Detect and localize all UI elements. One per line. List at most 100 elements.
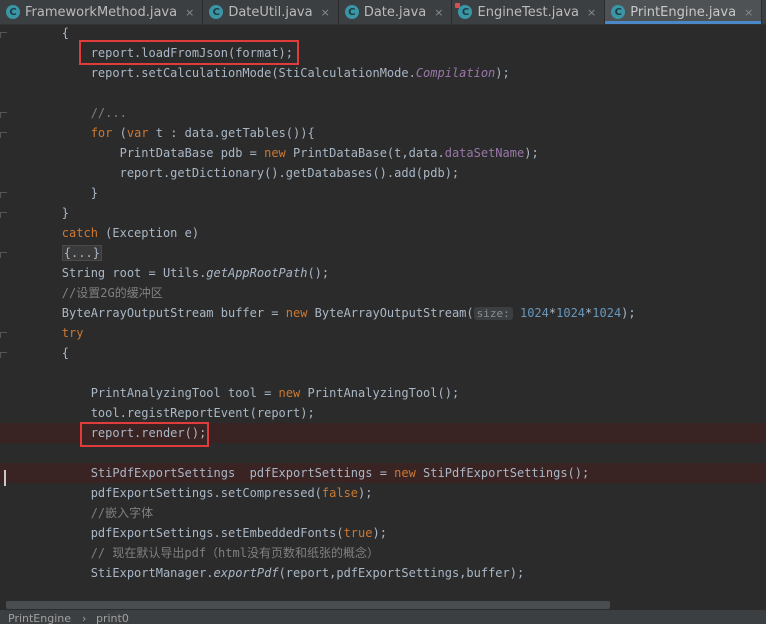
class-icon: C <box>344 5 359 19</box>
code-editor[interactable]: { report.loadFromJson(format); report.se… <box>0 25 766 600</box>
test-class-icon: C <box>455 3 473 19</box>
code-text: PrintDataBase pdb = <box>119 146 265 160</box>
code-line[interactable]: String root = Utils.getAppRootPath(); <box>0 263 766 283</box>
close-icon[interactable]: × <box>587 6 596 19</box>
code-text: report.getDictionary().getDatabases().ad… <box>119 166 460 180</box>
code-line[interactable]: StiExportManager.exportPdf(report,pdfExp… <box>0 563 766 583</box>
class-icon: C <box>209 5 224 19</box>
code-number: 1024 <box>519 306 549 320</box>
code-text: StiExportManager. <box>90 566 214 580</box>
code-keyword: try <box>61 326 84 340</box>
code-comment: //设置2G的缓冲区 <box>61 286 163 300</box>
editor-tab-bar: C FrameworkMethod.java × C DateUtil.java × C Da… <box>0 0 766 25</box>
breadcrumb-method[interactable]: print0 <box>96 612 129 624</box>
code-comment: //... <box>90 106 127 120</box>
code-number: 1024 <box>556 306 586 320</box>
code-text: ); <box>621 306 636 320</box>
code-text: pdfExportSettings.setEmbeddedFonts( <box>90 526 344 540</box>
tab-printengine-java[interactable]: C PrintEngine.java × <box>605 0 763 24</box>
close-icon[interactable]: × <box>321 6 330 19</box>
code-keyword: false <box>321 486 359 500</box>
code-text: report.setCalculationMode(StiCalculation… <box>90 66 416 80</box>
code-text: { <box>61 26 70 40</box>
code-line[interactable]: //嵌入字体 <box>0 503 766 523</box>
code-line[interactable]: tool.registReportEvent(report); <box>0 403 766 423</box>
code-text: ); <box>524 146 539 160</box>
code-line[interactable]: catch (Exception e) <box>0 223 766 243</box>
code-line[interactable]: report.getDictionary().getDatabases().ad… <box>0 163 766 183</box>
code-line[interactable]: report.setCalculationMode(StiCalculation… <box>0 63 766 83</box>
tab-frameworkmethod-java[interactable]: C FrameworkMethod.java × <box>0 0 204 24</box>
code-keyword: true <box>343 526 373 540</box>
code-text: PrintAnalyzingTool(); <box>300 386 460 400</box>
code-text: (report,pdfExportSettings,buffer); <box>278 566 525 580</box>
close-icon[interactable]: × <box>744 6 753 19</box>
code-keyword: catch <box>61 226 98 240</box>
code-line[interactable]: } <box>0 183 766 203</box>
code-line[interactable]: ByteArrayOutputStream buffer = new ByteA… <box>0 303 766 323</box>
code-text: t : data.getTables()){ <box>148 126 315 140</box>
close-icon[interactable]: × <box>434 6 443 19</box>
tab-enginetest-java[interactable]: C EngineTest.java × <box>452 0 606 24</box>
code-text: ByteArrayOutputStream buffer = <box>61 306 286 320</box>
code-text: (); <box>307 266 330 280</box>
code-line-breakpoint[interactable]: StiPdfExportSettings pdfExportSettings =… <box>0 463 766 483</box>
highlight-box-render <box>80 422 209 447</box>
code-field: dataSetName <box>444 146 525 160</box>
breadcrumb-separator: › <box>82 612 87 624</box>
code-comment: //嵌入字体 <box>90 506 154 520</box>
code-text: ( <box>112 126 127 140</box>
tab-label: EngineTest.java <box>477 4 580 20</box>
code-line[interactable]: PrintDataBase pdb = new PrintDataBase(t,… <box>0 143 766 163</box>
code-text: pdfExportSettings.setCompressed( <box>90 486 322 500</box>
code-keyword: new <box>278 386 301 400</box>
code-text: ByteArrayOutputStream( <box>307 306 474 320</box>
code-static-method: getAppRootPath <box>206 266 308 280</box>
horizontal-scrollbar[interactable] <box>6 601 610 609</box>
code-text: } <box>61 206 70 220</box>
code-text: StiPdfExportSettings(); <box>415 466 590 480</box>
code-text: StiPdfExportSettings pdfExportSettings = <box>90 466 395 480</box>
code-line[interactable]: try <box>0 323 766 343</box>
tab-label: DateUtil.java <box>228 4 313 20</box>
tab-label: PrintEngine.java <box>630 4 737 20</box>
code-line[interactable]: pdfExportSettings.setEmbeddedFonts(true)… <box>0 523 766 543</box>
code-text: ); <box>495 66 510 80</box>
code-line[interactable]: pdfExportSettings.setCompressed(false); <box>0 483 766 503</box>
code-keyword: new <box>264 146 286 160</box>
code-keyword: new <box>285 306 308 320</box>
folded-block[interactable]: {...} <box>61 245 102 261</box>
code-text: { <box>61 346 70 360</box>
code-text: } <box>90 186 98 200</box>
code-line[interactable]: PrintAnalyzingTool tool = new PrintAnaly… <box>0 383 766 403</box>
code-line[interactable]: // 现在默认导出pdf（html没有页数和纸张的概念） <box>0 543 766 563</box>
code-line[interactable]: { <box>0 343 766 363</box>
parameter-hint: size: <box>473 307 513 320</box>
breadcrumb-bar: PrintEngine › print0 <box>0 610 766 624</box>
code-text: (Exception e) <box>97 226 200 240</box>
class-icon: C <box>6 5 20 19</box>
code-line[interactable]: //设置2G的缓冲区 <box>0 283 766 303</box>
tab-string-j[interactable]: CString.j <box>762 0 766 24</box>
tab-dateutil-java[interactable]: C DateUtil.java × <box>203 0 339 24</box>
code-text: ); <box>372 526 387 540</box>
class-icon: C <box>611 5 626 19</box>
code-line[interactable]: //... <box>0 103 766 123</box>
code-field: Compilation <box>415 66 496 80</box>
tab-date-java[interactable]: C Date.java × <box>339 0 453 24</box>
code-line[interactable]: } <box>0 203 766 223</box>
code-keyword: var <box>126 126 149 140</box>
code-text: PrintDataBase(t,data. <box>285 146 445 160</box>
tab-label: FrameworkMethod.java <box>25 4 178 20</box>
close-icon[interactable]: × <box>185 6 194 19</box>
tab-label: Date.java <box>363 4 427 20</box>
code-line[interactable]: for (var t : data.getTables()){ <box>0 123 766 143</box>
code-comment: // 现在默认导出pdf（html没有页数和纸张的概念） <box>90 546 379 560</box>
breadcrumb-class[interactable]: PrintEngine <box>8 612 71 624</box>
text-caret <box>4 470 6 486</box>
code-line[interactable]: {...} <box>0 243 766 263</box>
code-static-method: exportPdf <box>213 566 279 580</box>
code-text: PrintAnalyzingTool tool = <box>90 386 279 400</box>
highlight-box-load-from-json <box>79 40 299 65</box>
code-text: ); <box>358 486 373 500</box>
